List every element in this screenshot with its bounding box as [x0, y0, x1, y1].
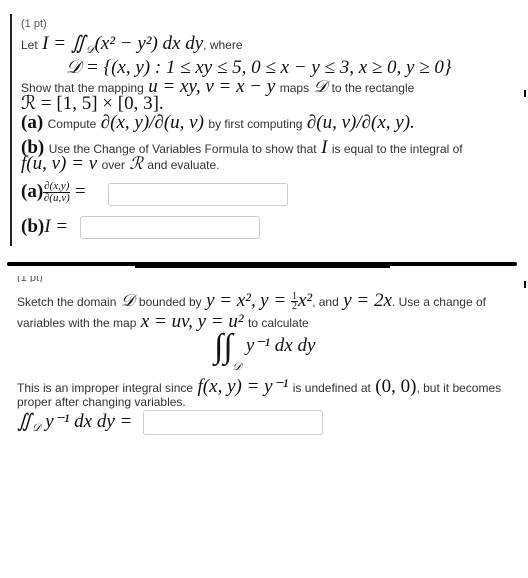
sketch-statement: Sketch the domain 𝒟 bounded by y = x², y… [17, 290, 486, 312]
integral-expression: I = ∬ [42, 33, 86, 54]
and-text: , and [312, 295, 339, 309]
to-rectangle-text: to the rectangle [331, 81, 415, 95]
answer-b-part-label: (b) [21, 216, 45, 237]
origin-point: (0, 0) [375, 376, 417, 397]
answer-2-input[interactable] [143, 410, 323, 435]
answer-2-integrand: y⁻¹ dx dy = [45, 411, 133, 432]
answer-a-label: (a) ∂(x,y) ∂(u,v) = [21, 181, 86, 204]
edge-mark-2 [524, 281, 526, 288]
answer-b-label: (b)I = [21, 216, 68, 238]
problem-1-left-border [10, 14, 12, 246]
jacobian-xy-uv: ∂(x, y)/∂(u, v) [100, 112, 204, 133]
use-change-text: . Use a change of [391, 295, 486, 309]
compute-text: Compute [47, 117, 97, 131]
maps-text: maps [279, 81, 310, 95]
curve-2-fraction: 12 [290, 292, 298, 313]
curve-2-prefix: y = [260, 290, 291, 311]
curve-2-suffix: x² [297, 290, 313, 311]
integrand: (x² − y²) dx dy [94, 33, 204, 54]
problem-2-points: (1 pt) [17, 276, 43, 282]
problem-1-statement: Let I = ∬𝒟(x² − y²) dx dy, where [21, 32, 243, 55]
over-text: over [101, 158, 125, 172]
answer-a-part-label: (a) [21, 181, 44, 202]
part-b-statement-line2: f(u, v) = v over ℛ and evaluate. [21, 153, 219, 175]
display-integrand: y⁻¹ dx dy [245, 335, 316, 356]
answer-a-input[interactable] [108, 183, 288, 206]
part-a-label: (a) [21, 112, 44, 133]
jacobian-fraction: ∂(x,y) ∂(u,v) [43, 181, 71, 205]
curve-1: y = x², [206, 290, 256, 311]
sketch-domain: 𝒟 [120, 291, 135, 311]
and-evaluate-text: and evaluate. [147, 158, 220, 172]
jacobian-uv-xy: ∂(u, v)/∂(x, y). [306, 112, 415, 133]
improper-text: This is an improper integral since [17, 381, 194, 395]
answer-b-expression: I = [44, 216, 69, 237]
answer-2-label: ∬𝒟 y⁻¹ dx dy = [17, 410, 132, 433]
curve-2-denominator: 2 [291, 301, 297, 313]
but-becomes-text: , but it becomes [416, 381, 502, 395]
fraction-denominator: ∂(u,v) [43, 192, 70, 205]
let-label: Let [21, 38, 38, 52]
part-b-variable: I [321, 137, 328, 158]
problem-separator-thick [135, 263, 390, 268]
where-label: , where [203, 38, 243, 52]
undefined-at-text: is undefined at [292, 381, 371, 395]
display-integral: ∫∫𝒟 y⁻¹ dx dy [214, 328, 316, 372]
answer-b-input[interactable] [80, 216, 260, 239]
curve-3: y = 2x [343, 290, 392, 311]
double-integral-sign: ∫∫ [214, 328, 233, 365]
variables-text: variables with the map [17, 316, 137, 330]
answer-2-integral-sign: ∬ [17, 411, 32, 432]
by-first-computing-text: by first computing [208, 117, 303, 131]
part-b-text-2: is equal to the integral of [331, 142, 463, 156]
answer-2-subscript: 𝒟 [32, 420, 41, 434]
problem-1-points: (1 pt) [21, 18, 47, 30]
maps-domain: 𝒟 [313, 77, 328, 97]
equals-sign: = [74, 181, 86, 202]
part-b-function: f(u, v) = v [21, 153, 98, 174]
display-integral-subscript: 𝒟 [232, 360, 242, 374]
improper-function: f(x, y) = y⁻¹ [197, 376, 289, 397]
integral-subscript: 𝒟 [85, 42, 95, 56]
bounded-by-text: bounded by [138, 295, 202, 309]
region-r: ℛ [129, 154, 143, 174]
mapping-expression: u = xy, v = x − y [148, 76, 276, 97]
part-a-statement: (a) Compute ∂(x, y)/∂(u, v) by first com… [21, 112, 415, 134]
edge-mark [524, 90, 526, 97]
sketch-text: Sketch the domain [17, 295, 117, 309]
proper-after-text: proper after changing variables. [17, 395, 186, 409]
